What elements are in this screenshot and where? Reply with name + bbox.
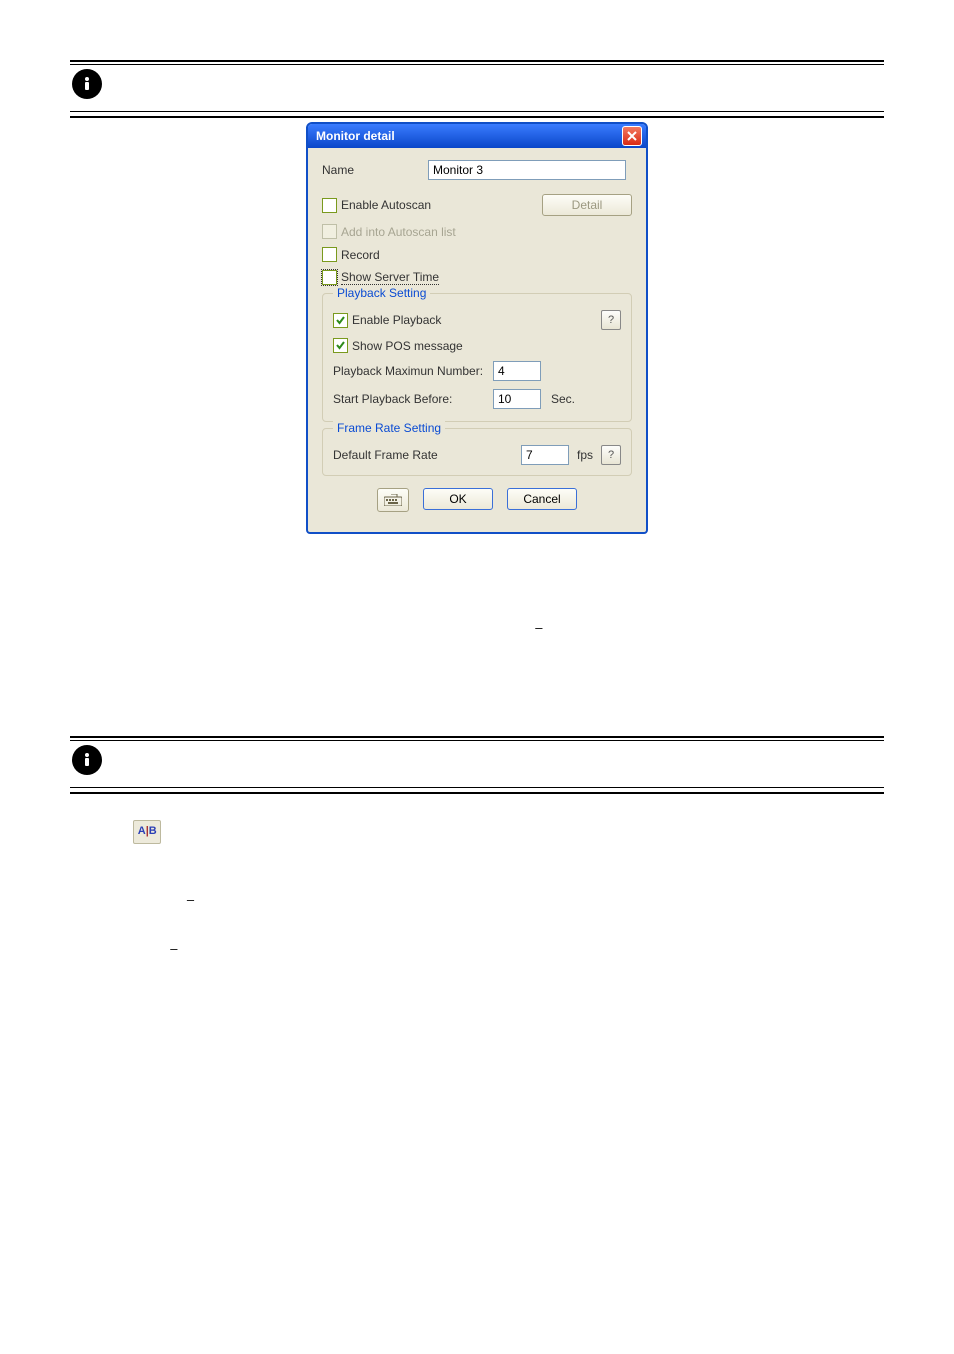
show-pos-checkbox[interactable] bbox=[333, 338, 348, 353]
dialog-button-row: OK Cancel bbox=[322, 476, 632, 522]
record-checkbox[interactable] bbox=[322, 247, 337, 262]
info-icon bbox=[72, 69, 102, 99]
rule-bottom-thick-2 bbox=[70, 792, 884, 794]
record-label: Record bbox=[341, 248, 380, 262]
note-text-2: The certain server's cameras need to be … bbox=[124, 751, 508, 766]
note-row-2: The certain server's cameras need to be … bbox=[70, 745, 884, 787]
enable-autoscan-checkbox[interactable] bbox=[322, 198, 337, 213]
playback-legend: Playback Setting bbox=[333, 286, 430, 300]
monitor-detail-dialog: Monitor detail Name Enable Autoscan Deta… bbox=[306, 122, 648, 534]
rule-top-thick bbox=[70, 60, 884, 62]
bullet-playback-before: -Start Playback Before: Set the playback… bbox=[118, 653, 884, 671]
show-server-time-checkbox[interactable] bbox=[322, 270, 337, 285]
framerate-legend: Frame Rate Setting bbox=[333, 421, 445, 435]
keyboard-icon-button[interactable] bbox=[377, 488, 409, 512]
playback-max-label: Playback Maximun Number: bbox=[333, 364, 493, 378]
framerate-help-button[interactable]: ? bbox=[601, 445, 621, 465]
bullet-format-1-4: -Format 1 – 4: User can setup the captio… bbox=[118, 893, 884, 928]
note-row-1: The playback is available when the selec… bbox=[70, 69, 884, 111]
show-pos-label: Show POS message bbox=[352, 339, 463, 353]
add-autoscan-label: Add into Autoscan list bbox=[341, 225, 456, 239]
name-input[interactable] bbox=[428, 160, 626, 180]
enable-playback-checkbox[interactable] bbox=[333, 313, 348, 328]
bullet-playback-max: -Playback Maximum Number: Set the number… bbox=[118, 621, 884, 639]
enable-autoscan-label: Enable Autoscan bbox=[341, 198, 431, 212]
note-text-1: The playback is available when the selec… bbox=[124, 75, 568, 90]
show-server-time-label: Show Server Time bbox=[341, 270, 439, 285]
rule-bottom-thin bbox=[70, 740, 884, 741]
framerate-fieldset: Frame Rate Setting Default Frame Rate fp… bbox=[322, 428, 632, 476]
framerate-unit: fps bbox=[577, 448, 593, 462]
bullet-show-pos: -Show POS message: Enable to display the… bbox=[118, 590, 884, 608]
bullet-enable-playback: -Enable Playback: Enable the selected mo… bbox=[118, 558, 884, 576]
bullet-list: -Enable Playback: Enable the selected mo… bbox=[70, 558, 884, 702]
rule-top-thin bbox=[70, 64, 884, 65]
bullet-row-1-6: -Row 1 – 6 of each Format: User can conf… bbox=[118, 942, 884, 977]
rule-bottom-thin-2 bbox=[70, 787, 884, 788]
rule-mid-thick-1 bbox=[70, 116, 884, 118]
cancel-button[interactable]: Cancel bbox=[507, 488, 577, 510]
add-autoscan-checkbox bbox=[322, 224, 337, 239]
playback-before-input[interactable] bbox=[493, 389, 541, 409]
rule-mid-thin-1 bbox=[70, 111, 884, 112]
playback-fieldset: Playback Setting Enable Playback ? bbox=[322, 293, 632, 422]
rule-bottom-thick bbox=[70, 736, 884, 738]
caption-icon: A|B bbox=[133, 820, 161, 844]
playback-help-button[interactable]: ? bbox=[601, 310, 621, 330]
enable-playback-label: Enable Playback bbox=[352, 313, 441, 327]
close-button[interactable] bbox=[622, 126, 642, 146]
playback-max-input[interactable] bbox=[493, 361, 541, 381]
playback-before-label: Start Playback Before: bbox=[333, 392, 493, 406]
playback-sec-label: Sec. bbox=[551, 392, 575, 406]
name-label: Name bbox=[322, 163, 428, 177]
framerate-label: Default Frame Rate bbox=[333, 448, 438, 462]
bullet-default-framerate: -Default Frame Rate: Set the frame rate … bbox=[118, 684, 884, 702]
detail-button[interactable]: Detail bbox=[542, 194, 632, 216]
dialog-titlebar[interactable]: Monitor detail bbox=[308, 124, 646, 148]
framerate-input[interactable] bbox=[521, 445, 569, 465]
page-number: 81 bbox=[70, 1237, 884, 1252]
bullet-caption-setting: ■ Click A|B to enter Caption Setting win… bbox=[90, 820, 884, 977]
ok-button[interactable]: OK bbox=[423, 488, 493, 510]
info-icon bbox=[72, 745, 102, 775]
dialog-title: Monitor detail bbox=[316, 129, 395, 143]
